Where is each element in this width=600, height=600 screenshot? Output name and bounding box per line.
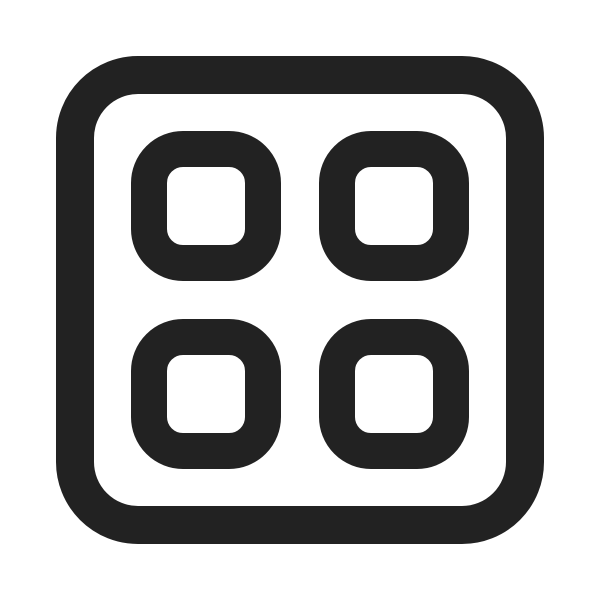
apps-grid-icon	[56, 56, 544, 544]
tile-top-right	[319, 131, 469, 281]
outer-frame	[56, 56, 544, 544]
app-grid-icon-canvas	[0, 0, 600, 600]
tile-top-left	[131, 131, 281, 281]
tile-bottom-left	[131, 319, 281, 469]
tile-bottom-right	[319, 319, 469, 469]
